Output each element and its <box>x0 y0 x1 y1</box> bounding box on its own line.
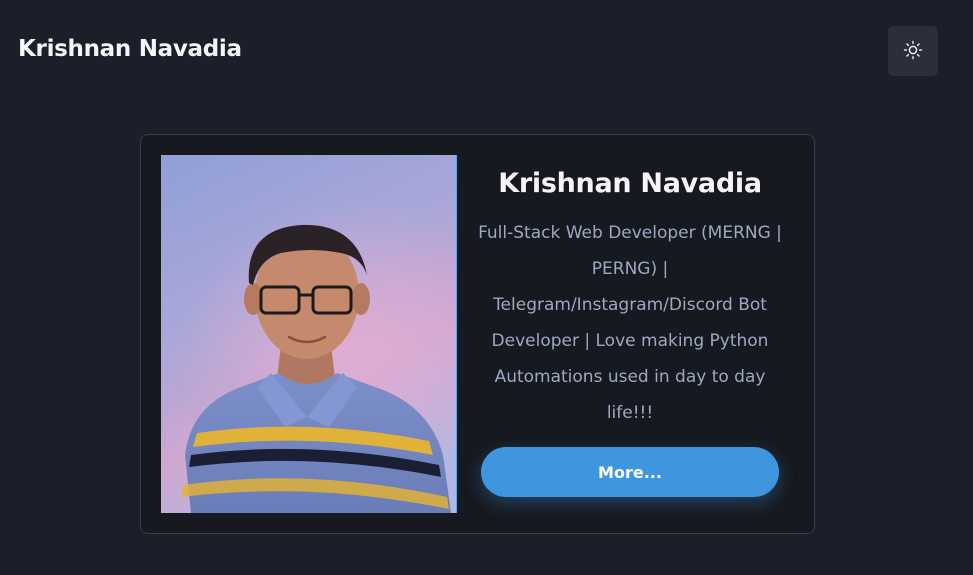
profile-name: Krishnan Navadia <box>498 168 762 199</box>
site-header: Krishnan Navadia <box>0 0 973 100</box>
profile-info: Krishnan Navadia Full-Stack Web Develope… <box>477 161 783 431</box>
profile-bio: Full-Stack Web Developer (MERNG | PERNG)… <box>478 223 782 423</box>
theme-toggle-button[interactable] <box>888 26 938 76</box>
sun-icon <box>903 40 923 63</box>
profile-card: Krishnan Navadia Full-Stack Web Develope… <box>140 134 815 534</box>
more-button[interactable]: More... <box>481 447 779 497</box>
site-title[interactable]: Krishnan Navadia <box>18 36 242 62</box>
profile-photo <box>161 155 457 513</box>
